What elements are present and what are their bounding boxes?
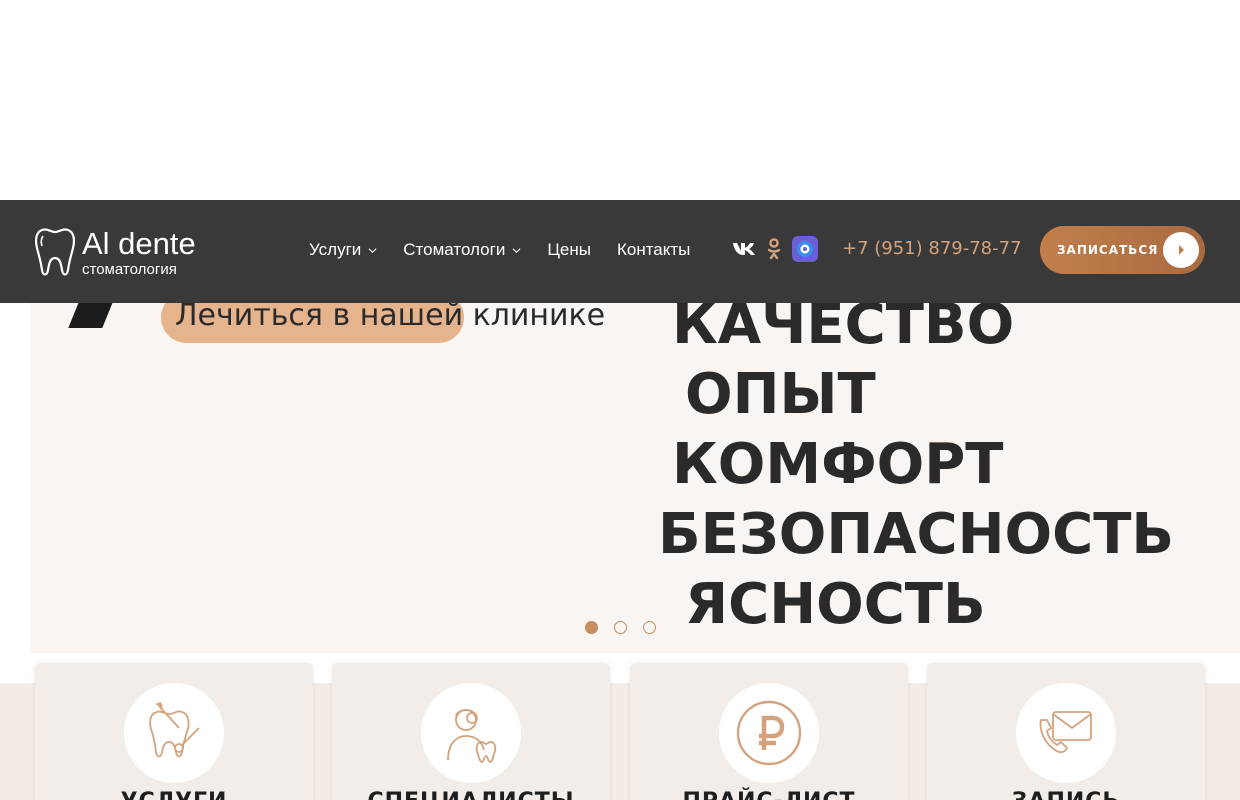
chevron-down-icon — [368, 247, 377, 253]
slider-dot-1[interactable] — [585, 621, 598, 634]
nav-label-services: Услуги — [309, 240, 362, 259]
nav-item-contacts[interactable]: Контакты — [617, 240, 690, 260]
book-appointment-button[interactable]: ЗАПИСАТЬСЯ — [1040, 226, 1205, 274]
feature-card-booking[interactable]: ЗАПИСЬ — [927, 663, 1205, 800]
feature-title-price-list: ПРАЙС-ЛИСТ — [630, 789, 908, 800]
hero-word-safety: БЕЗОПАСНОСТЬ — [658, 502, 1175, 567]
nav-label-contacts: Контакты — [616, 240, 691, 259]
hero-word-quality: КАЧЕСТВО — [672, 292, 1015, 357]
nav-item-dentists[interactable]: Стоматологи — [403, 240, 521, 260]
rutube-icon[interactable] — [792, 236, 818, 262]
logo-subtitle: стоматология — [82, 261, 177, 278]
play-arrow-icon — [1163, 232, 1199, 268]
phone-mail-icon — [1016, 683, 1116, 783]
slider-dot-2[interactable] — [614, 621, 627, 634]
tooth-dental-tools-icon — [124, 683, 224, 783]
feature-title-booking: ЗАПИСЬ — [927, 789, 1205, 800]
hero-word-comfort: КОМФОРТ — [672, 432, 1004, 497]
vk-icon[interactable] — [732, 237, 756, 261]
logo-name: Al dente — [82, 226, 196, 261]
hero-word-experience: ОПЫТ — [685, 362, 876, 427]
feature-title-services: УСЛУГИ — [35, 789, 313, 800]
nav-label-dentists: Стоматологи — [403, 240, 506, 259]
tooth-logo-icon — [34, 228, 76, 276]
feature-card-services[interactable]: УСЛУГИ — [35, 663, 313, 800]
ruble-icon — [719, 683, 819, 783]
main-nav: Услуги Стоматологи Цены Контакты — [309, 240, 716, 260]
feature-card-specialists[interactable]: СПЕЦИАЛИСТЫ — [332, 663, 610, 800]
chevron-down-icon — [512, 247, 521, 253]
slider-pagination — [585, 621, 656, 634]
slider-dot-3[interactable] — [643, 621, 656, 634]
social-links — [732, 236, 818, 262]
nav-item-services[interactable]: Услуги — [309, 240, 377, 260]
site-header: Al dente стоматология Услуги Стоматологи… — [0, 200, 1240, 303]
page: Лечиться в нашей клинике КАЧЕСТВО ОПЫТ К… — [0, 0, 1240, 800]
feature-title-specialists: СПЕЦИАЛИСТЫ — [332, 789, 610, 800]
nav-item-prices[interactable]: Цены — [547, 240, 591, 260]
feature-card-price-list[interactable]: ПРАЙС-ЛИСТ — [630, 663, 908, 800]
nav-label-prices: Цены — [547, 240, 591, 259]
dentist-icon — [421, 683, 521, 783]
logo[interactable]: Al dente стоматология — [34, 226, 196, 278]
odnoklassniki-icon[interactable] — [766, 237, 782, 261]
book-appointment-label: ЗАПИСАТЬСЯ — [1057, 243, 1159, 257]
phone-link[interactable]: +7 (951) 879-78-77 — [842, 238, 1022, 259]
hero-word-clarity: ЯСНОСТЬ — [685, 572, 986, 637]
hero-tagline: Лечиться в нашей клинике — [175, 298, 606, 333]
